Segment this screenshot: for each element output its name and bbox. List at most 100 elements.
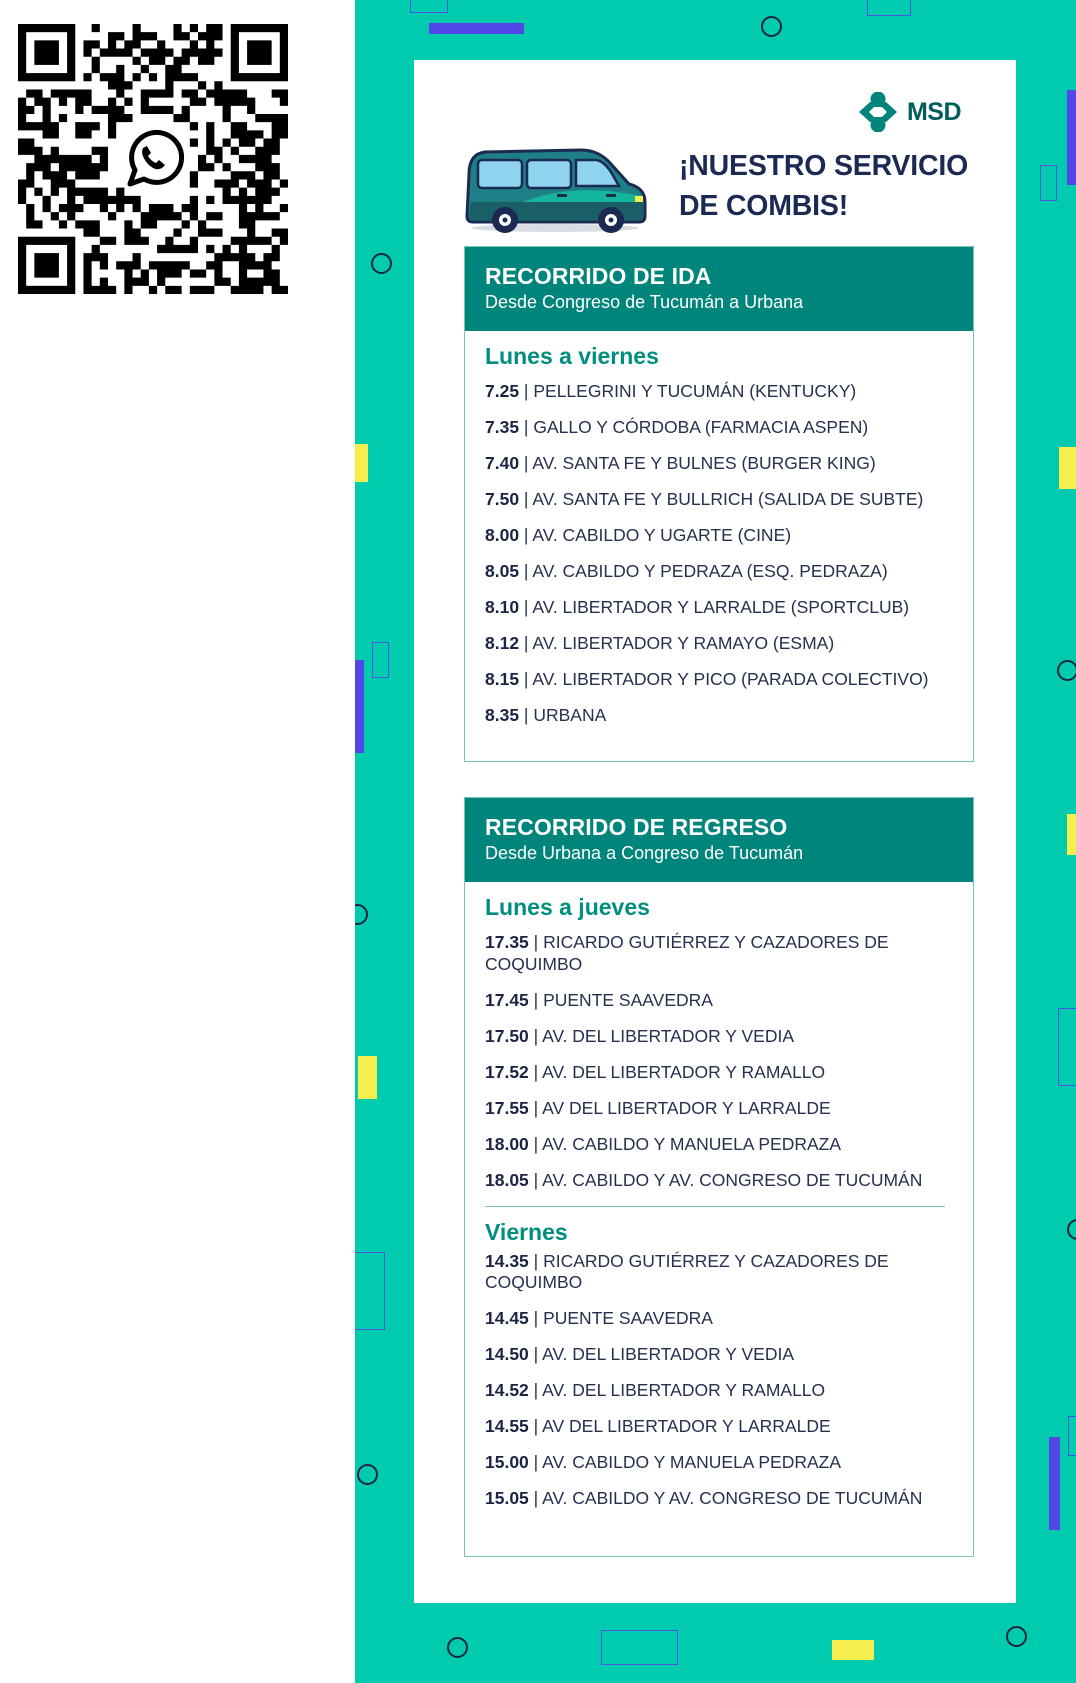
decor-ring [355, 904, 368, 925]
whatsapp-icon [119, 125, 187, 193]
stop-place: AV. DEL LIBERTADOR Y VEDIA [542, 1025, 795, 1046]
return-route-title: RECORRIDO DE REGRESO [485, 814, 788, 840]
stop-place: URBANA [533, 705, 607, 725]
stop-row: 17.50 | AV. DEL LIBERTADOR Y VEDIA [485, 1026, 953, 1048]
msd-logo: MSD [857, 92, 962, 132]
stop-separator: | [528, 1169, 543, 1190]
stop-place: AV. CABILDO Y AV. CONGRESO DE TUCUMÁN [542, 1169, 923, 1190]
stop-row: 14.55 | AV DEL LIBERTADOR Y LARRALDE [485, 1416, 953, 1438]
stop-separator: | [528, 1061, 543, 1082]
poster-title-line1: ¡NUESTRO SERVICIO [679, 150, 969, 182]
stop-time: 8.15 [485, 669, 520, 689]
outbound-route-title: RECORRIDO DE IDA [485, 263, 712, 289]
stop-row: 8.12 | AV. LIBERTADOR Y RAMAYO (ESMA) [485, 633, 953, 655]
stop-row: 18.05 | AV. CABILDO Y AV. CONGRESO DE TU… [485, 1170, 953, 1192]
stop-row: 8.10 | AV. LIBERTADOR Y LARRALDE (SPORTC… [485, 597, 953, 619]
stop-separator: | [528, 1344, 543, 1364]
decor-yellow-bar [832, 1640, 874, 1660]
return-route-section: RECORRIDO DE REGRESO Desde Urbana a Cong… [464, 797, 974, 1557]
outbound-day-heading: Lunes a viernes [485, 343, 659, 369]
decor-outline-rect [1068, 1416, 1076, 1456]
stop-row: 7.50 | AV. SANTA FE Y BULLRICH (SALIDA D… [485, 489, 953, 511]
stop-separator: | [519, 417, 534, 437]
stop-time: 8.10 [485, 597, 520, 617]
outbound-route-section: RECORRIDO DE IDA Desde Congreso de Tucum… [464, 246, 974, 762]
stop-place: AV. LIBERTADOR Y RAMAYO (ESMA) [532, 633, 835, 653]
stop-row: 17.45 | PUENTE SAAVEDRA [485, 990, 953, 1012]
stop-separator: | [519, 489, 533, 509]
stop-time: 17.50 [485, 1025, 529, 1046]
decor-blue-bar [355, 660, 364, 753]
stop-separator: | [528, 1308, 544, 1328]
stop-row: 17.35 | RICARDO GUTIÉRREZ Y CAZADORES DE… [485, 932, 953, 975]
stop-time: 7.40 [485, 453, 520, 473]
stop-time: 14.45 [485, 1308, 529, 1328]
stop-row: 17.55 | AV DEL LIBERTADOR Y LARRALDE [485, 1098, 953, 1120]
stop-row: 8.35 | URBANA [485, 705, 953, 727]
poster-title: ¡NUESTRO SERVICIO DE COMBIS! [679, 146, 999, 226]
stop-row: 7.25 | PELLEGRINI Y TUCUMÁN (KENTUCKY) [485, 381, 953, 403]
stop-row: 8.00 | AV. CABILDO Y UGARTE (CINE) [485, 525, 953, 547]
stop-separator: | [528, 932, 544, 952]
stop-time: 7.25 [485, 381, 520, 401]
decor-yellow-bar [355, 444, 368, 482]
stop-separator: | [519, 381, 534, 401]
stop-separator: | [519, 705, 534, 725]
stop-place: AV DEL LIBERTADOR Y LARRALDE [542, 1097, 831, 1118]
stop-separator: | [528, 989, 544, 1010]
stop-row: 7.40 | AV. SANTA FE Y BULNES (BURGER KIN… [485, 453, 953, 475]
decor-outline-rect [1058, 1008, 1076, 1086]
stop-row: 14.52 | AV. DEL LIBERTADOR Y RAMALLO [485, 1380, 953, 1402]
stop-separator: | [519, 525, 533, 545]
decor-yellow-bar [1067, 814, 1076, 855]
return-day-heading-fri: Viernes [485, 1218, 568, 1245]
stop-separator: | [528, 1025, 543, 1046]
stop-time: 14.35 [485, 1250, 529, 1271]
qr-finder-pattern [18, 236, 76, 294]
stop-separator: | [519, 597, 533, 617]
decor-blue-bar [429, 23, 524, 34]
decor-blue-bar [1049, 1437, 1060, 1530]
stop-place: AV. DEL LIBERTADOR Y RAMALLO [542, 1380, 826, 1400]
msd-logo-text: MSD [906, 97, 962, 126]
stop-time: 14.55 [485, 1416, 529, 1436]
stop-place: AV. CABILDO Y AV. CONGRESO DE TUCUMÁN [542, 1488, 923, 1508]
stop-separator: | [519, 633, 533, 653]
stop-time: 17.45 [485, 989, 529, 1010]
stop-separator: | [519, 453, 533, 473]
stop-place: PUENTE SAAVEDRA [543, 1308, 713, 1328]
stop-row: 17.52 | AV. DEL LIBERTADOR Y RAMALLO [485, 1062, 953, 1084]
stop-place: AV. LIBERTADOR Y PICO (PARADA COLECTIVO) [532, 669, 929, 689]
stop-time: 7.50 [485, 489, 520, 509]
stop-row: 8.05 | AV. CABILDO Y PEDRAZA (ESQ. PEDRA… [485, 561, 953, 583]
stop-separator: | [528, 1250, 544, 1271]
decor-yellow-bar [358, 1056, 377, 1099]
stop-separator: | [528, 1097, 543, 1118]
decor-outline-rect [410, 0, 448, 13]
stop-place: AV DEL LIBERTADOR Y LARRALDE [542, 1416, 831, 1436]
decor-ring [1067, 1219, 1076, 1240]
decor-ring [447, 1637, 468, 1658]
decor-outline-rect [867, 0, 911, 16]
return-stop-list-mon-thu: 17.35 | RICARDO GUTIÉRREZ Y CAZADORES DE… [485, 932, 953, 1191]
stop-time: 7.35 [485, 417, 520, 437]
stop-separator: | [528, 1488, 543, 1508]
return-route-header: RECORRIDO DE REGRESO Desde Urbana a Cong… [465, 798, 973, 882]
stop-row: 7.35 | GALLO Y CÓRDOBA (FARMACIA ASPEN) [485, 417, 953, 439]
van-illustration [465, 148, 647, 233]
stop-place: AV. LIBERTADOR Y LARRALDE (SPORTCLUB) [532, 597, 910, 617]
stop-place: AV. CABILDO Y MANUELA PEDRAZA [542, 1133, 842, 1154]
stop-time: 17.55 [485, 1097, 529, 1118]
stop-time: 18.05 [485, 1169, 529, 1190]
stop-time: 17.35 [485, 932, 529, 952]
decor-ring [761, 16, 782, 37]
stop-place: AV. CABILDO Y MANUELA PEDRAZA [542, 1452, 842, 1472]
stop-separator: | [528, 1133, 543, 1154]
decor-yellow-bar [1059, 447, 1076, 489]
poster: MSD ¡NUESTRO SERVICIO DE COMBIS! RECORRI… [355, 0, 1076, 1683]
stop-place: RICARDO GUTIÉRREZ Y CAZADORES DE COQUIMB… [485, 1250, 889, 1293]
decor-ring [357, 1464, 378, 1485]
stop-separator: | [528, 1416, 543, 1436]
stop-place: GALLO Y CÓRDOBA (FARMACIA ASPEN) [533, 417, 869, 437]
stop-row: 14.45 | PUENTE SAAVEDRA [485, 1308, 953, 1330]
